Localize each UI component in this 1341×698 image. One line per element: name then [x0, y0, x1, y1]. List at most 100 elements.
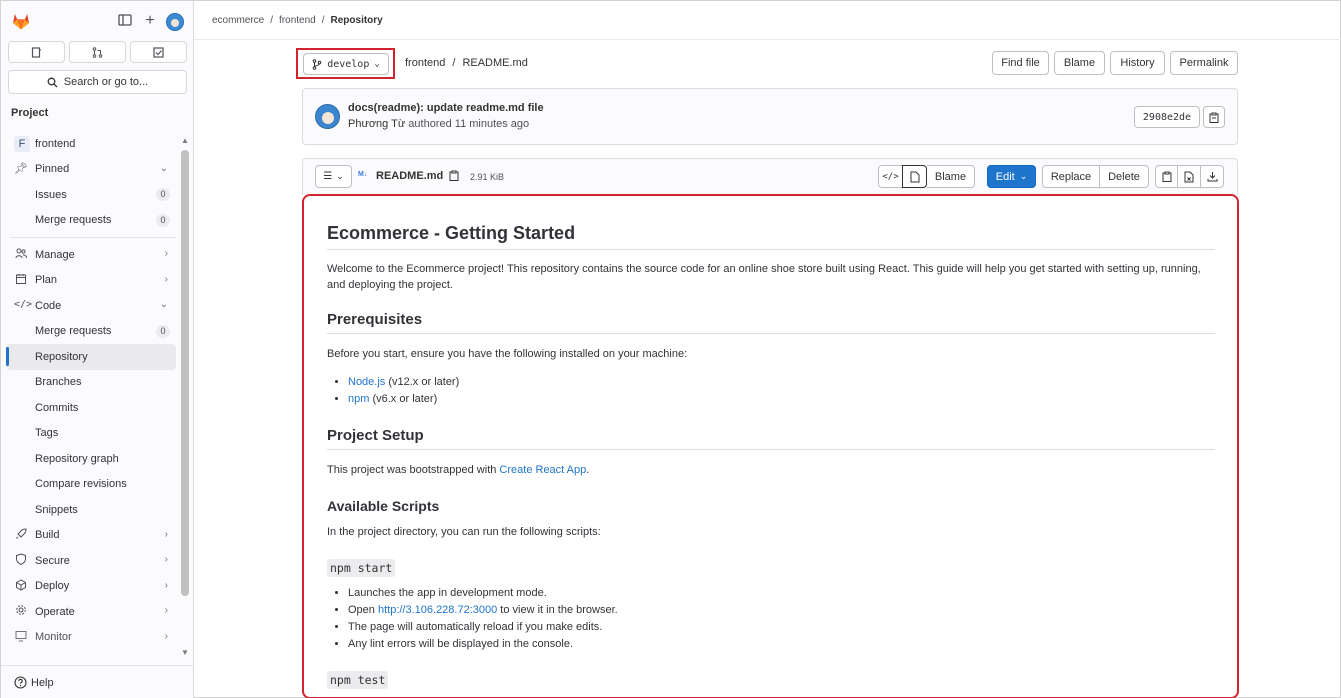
- download-button[interactable]: [1200, 165, 1224, 188]
- pin-icon: 📌︎: [14, 162, 28, 175]
- build-label: Build: [35, 529, 60, 542]
- chevron-down-icon: ⌄: [336, 171, 344, 181]
- sidebar-item-monitor[interactable]: Monitor ›: [6, 625, 176, 651]
- merge-requests-quick-button[interactable]: [69, 41, 126, 63]
- app-url-link[interactable]: http://3.106.228.72:3000: [378, 604, 497, 616]
- todo-quick-button[interactable]: [130, 41, 187, 63]
- issues-count-badge: 0: [156, 188, 170, 201]
- rocket-icon: [14, 527, 28, 542]
- scrollbar-thumb[interactable]: [181, 150, 189, 596]
- sidebar-scrollbar[interactable]: ▲ ▼: [181, 136, 189, 661]
- sidebar-item-code[interactable]: </> Code ⌄: [6, 293, 176, 319]
- sidebar-item-issues[interactable]: Issues 0: [6, 182, 176, 208]
- prerequisites-heading: Prerequisites: [327, 311, 1215, 334]
- display-rendered-button[interactable]: [902, 165, 927, 188]
- path-separator: /: [452, 57, 456, 69]
- project-avatar: F: [14, 136, 30, 152]
- file-path: frontend / README.md: [405, 57, 528, 69]
- breadcrumb-item-ecommerce[interactable]: ecommerce: [212, 15, 264, 26]
- plus-icon[interactable]: +: [142, 13, 158, 29]
- sidebar-nav: F frontend 📌︎ Pinned ⌄ Issues 0 Merge re…: [6, 131, 176, 650]
- sidebar-item-commits[interactable]: Commits: [6, 395, 176, 421]
- issues-quick-button[interactable]: [8, 41, 65, 63]
- chevron-down-icon: ⌄: [1019, 171, 1028, 181]
- sidebar-top: +: [1, 1, 193, 41]
- secure-label: Secure: [35, 554, 70, 567]
- sidebar-item-plan[interactable]: Plan ›: [6, 268, 176, 294]
- sidebar-item-manage[interactable]: Manage ›: [6, 242, 176, 268]
- sidebar-item-merge-requests[interactable]: Merge requests 0: [6, 319, 176, 345]
- prerequisites-text: Before you start, ensure you have the fo…: [327, 348, 688, 360]
- commit-title[interactable]: docs(readme): update readme.md file: [348, 102, 544, 114]
- sidebar-item-pinned[interactable]: 📌︎ Pinned ⌄: [6, 157, 176, 183]
- help-button[interactable]: Help: [1, 665, 193, 698]
- branch-selector[interactable]: develop ⌄: [303, 53, 389, 75]
- commit-meta: Phương Từ authored 11 minutes ago: [348, 118, 529, 130]
- open-raw-button[interactable]: [1177, 165, 1201, 188]
- open-suffix: to view it in the browser.: [497, 604, 618, 616]
- path-root-link[interactable]: frontend: [405, 57, 445, 69]
- sidebar-item-deploy[interactable]: Deploy ›: [6, 574, 176, 600]
- tags-label: Tags: [35, 427, 59, 440]
- sidebar-item-build[interactable]: Build ›: [6, 523, 176, 549]
- branches-label: Branches: [35, 376, 82, 389]
- breadcrumb-separator: /: [321, 15, 325, 26]
- list-item: The page will automatically reload if yo…: [348, 619, 618, 636]
- replace-button[interactable]: Replace: [1042, 165, 1100, 188]
- user-avatar[interactable]: [166, 13, 184, 31]
- copy-contents-button[interactable]: [1155, 165, 1178, 188]
- toggle-sidebar-icon[interactable]: [117, 13, 133, 29]
- path-file: README.md: [462, 57, 528, 69]
- blame-button[interactable]: Blame: [1054, 51, 1105, 75]
- copy-file-path-icon[interactable]: [449, 170, 459, 184]
- project-name: frontend: [35, 137, 76, 150]
- breadcrumb-item-repository[interactable]: Repository: [331, 15, 383, 26]
- history-button[interactable]: History: [1110, 51, 1165, 75]
- outline-toggle-button[interactable]: ☰ ⌄: [315, 165, 352, 188]
- gitlab-logo-icon[interactable]: [11, 11, 31, 31]
- sidebar-item-tags[interactable]: Tags: [6, 421, 176, 447]
- sidebar-item-repository[interactable]: Repository: [6, 344, 176, 370]
- commit-sha[interactable]: 2908e2de: [1134, 106, 1200, 128]
- permalink-button[interactable]: Permalink: [1170, 51, 1238, 75]
- calendar-icon: [14, 273, 28, 287]
- sidebar-item-merge-requests-pinned[interactable]: Merge requests 0: [6, 208, 176, 234]
- sidebar-item-operate[interactable]: Operate ›: [6, 599, 176, 625]
- create-react-app-link[interactable]: Create React App: [499, 464, 586, 476]
- copy-sha-button[interactable]: [1203, 106, 1225, 128]
- commit-author-avatar[interactable]: [315, 104, 340, 129]
- plan-label: Plan: [35, 274, 58, 287]
- repository-label: Repository: [35, 350, 88, 363]
- help-icon: [14, 676, 27, 689]
- find-file-button[interactable]: Find file: [992, 51, 1049, 75]
- file-blame-button[interactable]: Blame: [927, 165, 975, 188]
- sidebar-item-project[interactable]: F frontend: [6, 131, 176, 157]
- scroll-down-arrow-icon[interactable]: ▼: [181, 648, 189, 657]
- edit-button[interactable]: Edit ⌄: [987, 165, 1036, 188]
- readme-title: Ecommerce - Getting Started: [327, 223, 1215, 250]
- npm-test-code: npm test: [327, 671, 389, 689]
- sidebar-item-snippets[interactable]: Snippets: [6, 497, 176, 523]
- todo-check-icon: [153, 46, 164, 58]
- display-source-button[interactable]: </>: [878, 165, 903, 188]
- sidebar-item-branches[interactable]: Branches: [6, 370, 176, 396]
- chevron-right-icon: ›: [164, 605, 168, 616]
- chevron-right-icon: ›: [164, 579, 168, 591]
- nodejs-link[interactable]: Node.js: [348, 376, 385, 388]
- breadcrumb-item-frontend[interactable]: frontend: [279, 15, 316, 26]
- npm-link[interactable]: npm: [348, 393, 369, 405]
- delete-button[interactable]: Delete: [1099, 165, 1149, 188]
- commit-author[interactable]: Phương Từ: [348, 118, 405, 130]
- last-commit-panel: docs(readme): update readme.md file Phươ…: [302, 88, 1238, 145]
- search-button[interactable]: Search or go to...: [8, 70, 187, 94]
- repository-graph-label: Repository graph: [35, 452, 119, 465]
- scroll-up-arrow-icon[interactable]: ▲: [181, 136, 189, 145]
- file-size: 2.91 KiB: [470, 172, 505, 182]
- sidebar-item-compare-revisions[interactable]: Compare revisions: [6, 472, 176, 498]
- search-icon: [47, 77, 58, 87]
- sidebar-item-repository-graph[interactable]: Repository graph: [6, 446, 176, 472]
- chevron-down-icon: ⌄: [159, 162, 168, 174]
- sidebar-item-secure[interactable]: Secure ›: [6, 548, 176, 574]
- merge-requests-label: Merge requests: [35, 214, 112, 227]
- prerequisites-list: Node.js (v12.x or later) npm (v6.x or la…: [348, 374, 459, 408]
